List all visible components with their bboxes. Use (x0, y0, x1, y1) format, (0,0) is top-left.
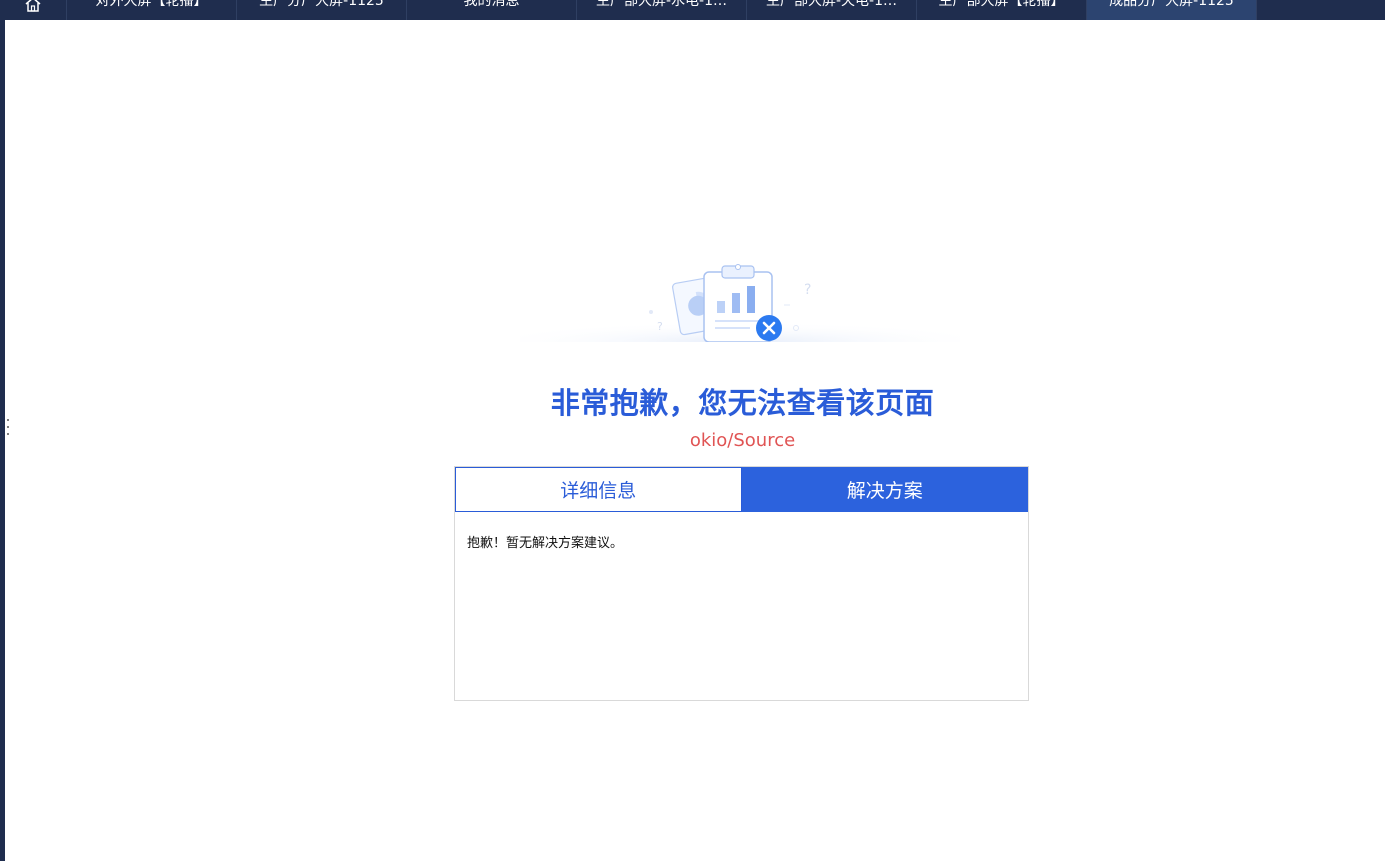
error-subtitle: okio/Source (689, 430, 796, 451)
tab-production-hydro[interactable]: 生产部大屏-水电-1… (577, 0, 747, 20)
panel-body-text: 抱歉！暂无解决方案建议。 (467, 536, 624, 551)
tab-solution[interactable]: 解决方案 (741, 467, 1028, 512)
error-info-panel: 详细信息 解决方案 抱歉！暂无解决方案建议。 (454, 466, 1029, 701)
tab-production-tianelectric[interactable]: 生产部大屏-天电-1… (747, 0, 917, 20)
svg-text:?: ? (657, 320, 663, 333)
panel-tabs: 详细信息 解决方案 (455, 467, 1028, 512)
tab-finished-product-1125[interactable]: 成品分厂大屏-1125 (1087, 0, 1257, 20)
tab-production-carousel[interactable]: 生产部大屏【轮播】 (917, 0, 1087, 20)
tab-label: 我的消息 (463, 0, 520, 8)
clipboard-chart-error-illustration: ? ? (520, 264, 960, 342)
tab-label: 生产部大屏【轮播】 (938, 0, 1065, 8)
close-circle-icon (756, 315, 782, 341)
tab-bar: 对外大屏【轮播】 生产分厂大屏-1125 我的消息 生产部大屏-水电-1… 生产… (0, 0, 1385, 20)
tab-label: 成品分厂大屏-1125 (1109, 0, 1234, 8)
tab-label: 生产分厂大屏-1125 (259, 0, 384, 8)
tab-label: 对外大屏【轮播】 (95, 0, 208, 8)
tab-label: 生产部大屏-天电-1… (765, 0, 897, 8)
tab-production-branch-1125[interactable]: 生产分厂大屏-1125 (237, 0, 407, 20)
svg-text:?: ? (804, 282, 811, 298)
app-window: 对外大屏【轮播】 生产分厂大屏-1125 我的消息 生产部大屏-水电-1… 生产… (0, 0, 1385, 861)
tab-my-messages[interactable]: 我的消息 (407, 0, 577, 20)
error-title: 非常抱歉，您无法查看该页面 (550, 386, 935, 420)
tab-details[interactable]: 详细信息 (455, 467, 742, 512)
tab-label: 生产部大屏-水电-1… (595, 0, 727, 8)
tab-home[interactable] (0, 0, 67, 20)
home-icon (25, 0, 41, 12)
tab-external-screen[interactable]: 对外大屏【轮播】 (67, 0, 237, 20)
